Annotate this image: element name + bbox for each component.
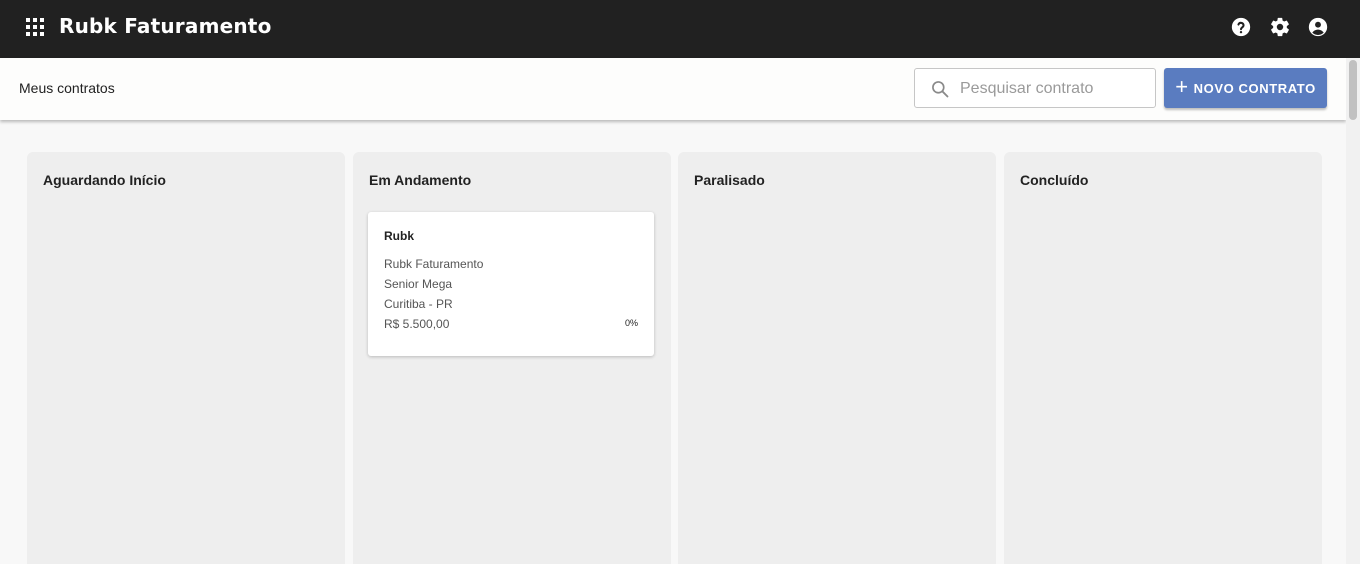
gear-icon[interactable] (1269, 16, 1291, 38)
card-progress: 0% (624, 318, 638, 328)
help-icon[interactable] (1230, 16, 1252, 38)
search-field[interactable] (914, 68, 1156, 108)
column-title: Paralisado (694, 172, 765, 188)
card-location: Curitiba - PR (384, 297, 453, 311)
top-app-bar: Rubk Faturamento (0, 0, 1360, 58)
page-title: Meus contratos (19, 80, 115, 96)
new-contract-label: NOVO CONTRATO (1193, 80, 1316, 96)
page-scrollbar[interactable] (1346, 58, 1360, 564)
search-input[interactable] (960, 77, 1150, 101)
app-title: Rubk Faturamento (59, 14, 272, 38)
column-paralisado: Paralisado (678, 152, 996, 564)
column-em-andamento: Em Andamento Rubk Rubk Faturamento Senio… (353, 152, 671, 564)
column-title: Concluído (1020, 172, 1089, 188)
account-circle-icon[interactable] (1307, 16, 1329, 38)
card-title: Rubk (384, 229, 414, 243)
column-aguardando-inicio: Aguardando Início (27, 152, 345, 564)
column-title: Aguardando Início (43, 172, 166, 188)
scrollbar-thumb[interactable] (1349, 60, 1357, 120)
card-value: R$ 5.500,00 (384, 317, 450, 331)
search-icon (932, 81, 949, 98)
column-concluido: Concluído (1004, 152, 1322, 564)
card-company: Rubk Faturamento (384, 257, 484, 271)
contract-card[interactable]: Rubk Rubk Faturamento Senior Mega Curiti… (368, 212, 654, 356)
page-header: Meus contratos + NOVO CONTRATO (0, 58, 1346, 120)
column-title: Em Andamento (369, 172, 472, 188)
card-system: Senior Mega (384, 277, 453, 291)
plus-icon: + (1175, 74, 1189, 99)
apps-grid-icon[interactable] (26, 18, 44, 36)
new-contract-button[interactable]: + NOVO CONTRATO (1164, 68, 1327, 108)
